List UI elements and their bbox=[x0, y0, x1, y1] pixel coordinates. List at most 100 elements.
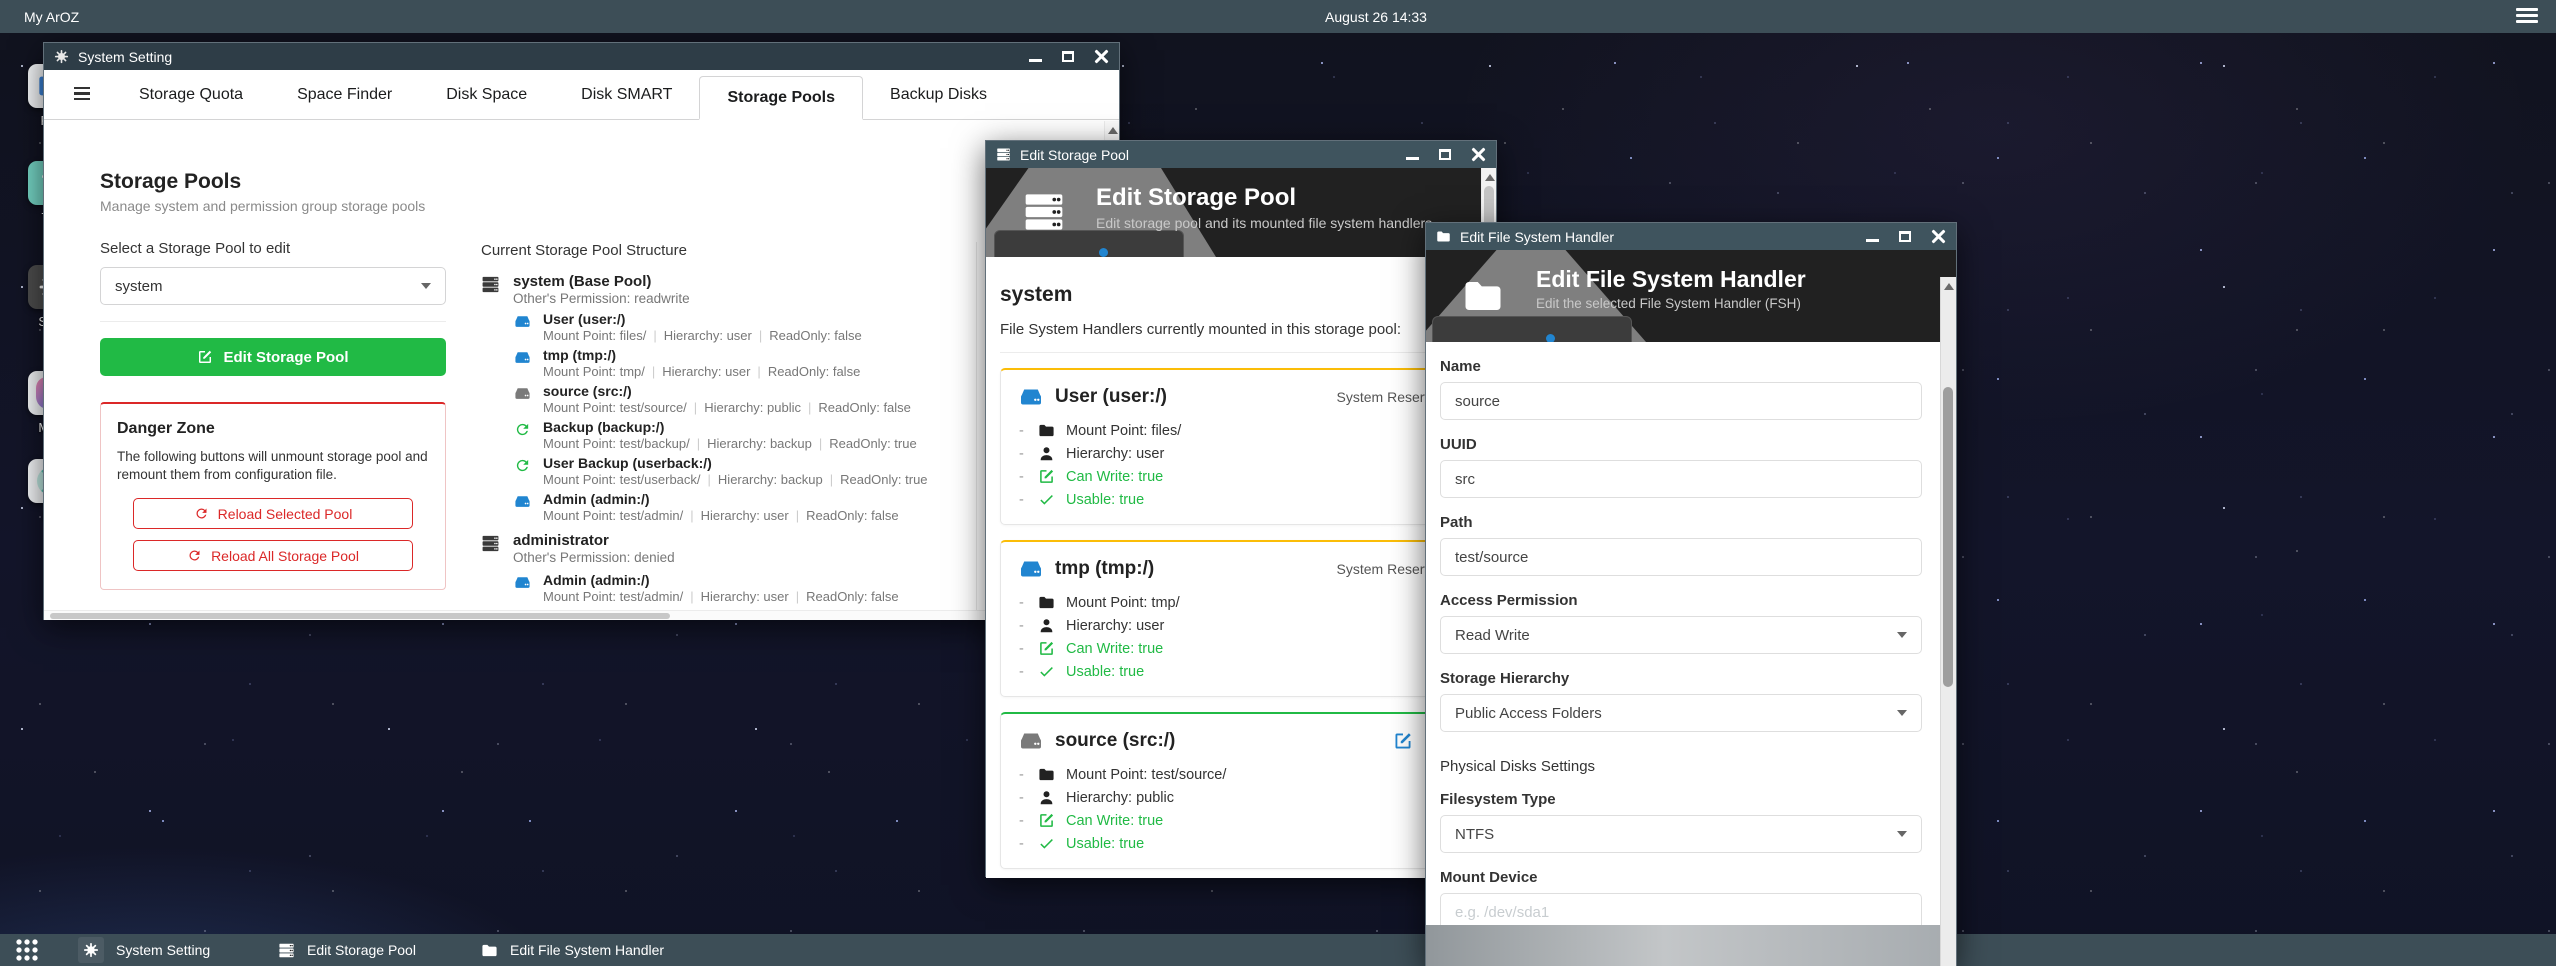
name-field[interactable] bbox=[1440, 382, 1922, 420]
tab-backup-disks[interactable]: Backup Disks bbox=[863, 70, 1014, 119]
fsh-title: User (user:/) bbox=[543, 311, 862, 327]
reload-selected-pool-button[interactable]: Reload Selected Pool bbox=[133, 498, 413, 529]
pool-permission: Other's Permission: denied bbox=[513, 550, 675, 565]
check-icon bbox=[1038, 835, 1055, 852]
sidebar-toggle-icon[interactable] bbox=[74, 87, 90, 104]
server-icon bbox=[481, 534, 500, 553]
edit-storage-pool-label: Edit Storage Pool bbox=[223, 349, 348, 366]
fsh-card-tmp: tmp (tmp:/) System Reserved -Mount Point… bbox=[1000, 540, 1466, 697]
maximize-button[interactable] bbox=[1899, 231, 1911, 242]
edit-fsh-header: Edit File System Handler Edit the select… bbox=[1426, 250, 1956, 342]
taskbar-item-edit-fsh[interactable]: Edit File System Handler bbox=[481, 942, 664, 959]
access-permission-select[interactable]: Read Write bbox=[1440, 616, 1922, 654]
refresh-icon bbox=[194, 506, 209, 521]
scroll-up-icon[interactable] bbox=[1108, 127, 1118, 134]
minimize-button[interactable] bbox=[1866, 239, 1879, 242]
hdd-icon bbox=[514, 574, 531, 591]
path-field[interactable] bbox=[1440, 538, 1922, 576]
tab-disk-space[interactable]: Disk Space bbox=[419, 70, 554, 119]
settings-tabbar: Storage Quota Space Finder Disk Space Di… bbox=[44, 70, 1119, 120]
aroz-start-menu[interactable]: My ArOZ bbox=[24, 9, 79, 25]
system-setting-titlebar[interactable]: System Setting bbox=[44, 43, 1119, 70]
page-subtitle: Manage system and permission group stora… bbox=[100, 198, 446, 214]
edit-storage-pool-button[interactable]: Edit Storage Pool bbox=[100, 338, 446, 376]
fsh-node: source (src:/) Mount Point: test/source/… bbox=[514, 383, 966, 415]
fsh-title: Admin (admin:/) bbox=[543, 572, 899, 588]
header-graphic bbox=[994, 230, 1184, 257]
server-icon bbox=[481, 275, 500, 294]
minimize-button[interactable] bbox=[1406, 157, 1419, 160]
reload-selected-label: Reload Selected Pool bbox=[218, 506, 353, 522]
storage-hierarchy-label: Storage Hierarchy bbox=[1440, 670, 1922, 687]
uuid-field[interactable] bbox=[1440, 460, 1922, 498]
edit-fsh-titlebar[interactable]: Edit File System Handler bbox=[1426, 223, 1956, 250]
storage-hierarchy-select[interactable]: Public Access Folders bbox=[1440, 694, 1922, 732]
edit-storage-pool-window: Edit Storage Pool Edit Storage Pool Edit… bbox=[985, 140, 1497, 877]
taskbar-item-label: Edit File System Handler bbox=[510, 942, 664, 958]
folder-icon bbox=[1038, 594, 1055, 611]
maximize-button[interactable] bbox=[1439, 149, 1451, 160]
scrollbar-thumb[interactable] bbox=[50, 613, 670, 619]
check-icon bbox=[1038, 491, 1055, 508]
maximize-button[interactable] bbox=[1062, 51, 1074, 62]
reload-all-label: Reload All Storage Pool bbox=[211, 548, 359, 564]
person-icon bbox=[1038, 445, 1055, 462]
tree-title: Current Storage Pool Structure bbox=[481, 242, 966, 259]
edit-fsh-form: Name UUID Path Access Permission Read Wr… bbox=[1426, 358, 1956, 931]
chevron-down-icon bbox=[1897, 632, 1907, 638]
tab-storage-pools[interactable]: Storage Pools bbox=[699, 76, 863, 120]
fsh-node: User (user:/) Mount Point: files/|Hierar… bbox=[514, 311, 966, 343]
pool-node-administrator: administrator Other's Permission: denied… bbox=[481, 532, 966, 604]
window-bottom-band bbox=[1426, 925, 1956, 966]
edit-storage-pool-header: Edit Storage Pool Edit storage pool and … bbox=[986, 168, 1496, 257]
fsh-card-user: User (user:/) System Reserved -Mount Poi… bbox=[1000, 368, 1466, 525]
uuid-label: UUID bbox=[1440, 436, 1922, 453]
taskbar: System Setting Edit Storage Pool Edit Fi… bbox=[0, 934, 2556, 966]
pool-node-system: system (Base Pool) Other's Permission: r… bbox=[481, 273, 966, 523]
fsh-title: source (src:/) bbox=[543, 383, 911, 399]
edit-icon bbox=[197, 349, 213, 365]
vertical-scrollbar[interactable] bbox=[1940, 277, 1956, 966]
taskbar-item-edit-storage-pool[interactable]: Edit Storage Pool bbox=[278, 942, 416, 959]
taskbar-item-system-setting[interactable]: System Setting bbox=[78, 937, 210, 963]
filesystem-type-label: Filesystem Type bbox=[1440, 791, 1922, 808]
horizontal-scrollbar[interactable] bbox=[44, 610, 1104, 620]
window-title: System Setting bbox=[78, 49, 172, 65]
pool-select-label: Select a Storage Pool to edit bbox=[100, 240, 446, 257]
filesystem-type-select[interactable]: NTFS bbox=[1440, 815, 1922, 853]
menu-icon[interactable] bbox=[2516, 8, 2538, 26]
pool-select[interactable]: system bbox=[100, 267, 446, 305]
edit-storage-pool-content: system File System Handlers currently mo… bbox=[986, 283, 1496, 869]
tab-disk-smart[interactable]: Disk SMART bbox=[554, 70, 699, 119]
fsh-node: tmp (tmp:/) Mount Point: tmp/|Hierarchy:… bbox=[514, 347, 966, 379]
list-icon bbox=[996, 147, 1011, 162]
fsh-title: User Backup (userback:/) bbox=[543, 455, 928, 471]
clock: August 26 14:33 bbox=[1325, 9, 1427, 25]
server-icon bbox=[1022, 190, 1066, 234]
tab-space-finder[interactable]: Space Finder bbox=[270, 70, 419, 119]
header-title: Edit Storage Pool bbox=[1096, 184, 1496, 212]
reload-all-pool-button[interactable]: Reload All Storage Pool bbox=[133, 540, 413, 571]
scroll-up-icon[interactable] bbox=[1944, 283, 1954, 290]
edit-storage-pool-titlebar[interactable]: Edit Storage Pool bbox=[986, 141, 1496, 168]
danger-zone-panel: Danger Zone The following buttons will u… bbox=[100, 402, 446, 590]
folder-icon bbox=[1436, 229, 1451, 244]
edit-fsh-button[interactable] bbox=[1393, 731, 1413, 751]
path-label: Path bbox=[1440, 514, 1922, 531]
tab-storage-quota[interactable]: Storage Quota bbox=[112, 70, 270, 119]
scrollbar-thumb[interactable] bbox=[1943, 387, 1953, 687]
header-subtitle: Edit the selected File System Handler (F… bbox=[1536, 296, 1956, 311]
hdd-icon bbox=[1019, 385, 1043, 409]
minimize-button[interactable] bbox=[1029, 59, 1042, 62]
scroll-up-icon[interactable] bbox=[1485, 174, 1495, 181]
close-button[interactable] bbox=[1471, 147, 1486, 162]
fsh-node: Admin (admin:/) Mount Point: test/admin/… bbox=[514, 491, 966, 523]
person-icon bbox=[1038, 789, 1055, 806]
close-button[interactable] bbox=[1931, 229, 1946, 244]
gear-icon bbox=[54, 49, 69, 64]
mounted-fsh-label: File System Handlers currently mounted i… bbox=[1000, 321, 1466, 338]
app-grid-icon[interactable] bbox=[16, 939, 38, 961]
card-title: source (src:/) bbox=[1055, 730, 1175, 752]
close-button[interactable] bbox=[1094, 49, 1109, 64]
access-permission-value: Read Write bbox=[1455, 627, 1530, 644]
